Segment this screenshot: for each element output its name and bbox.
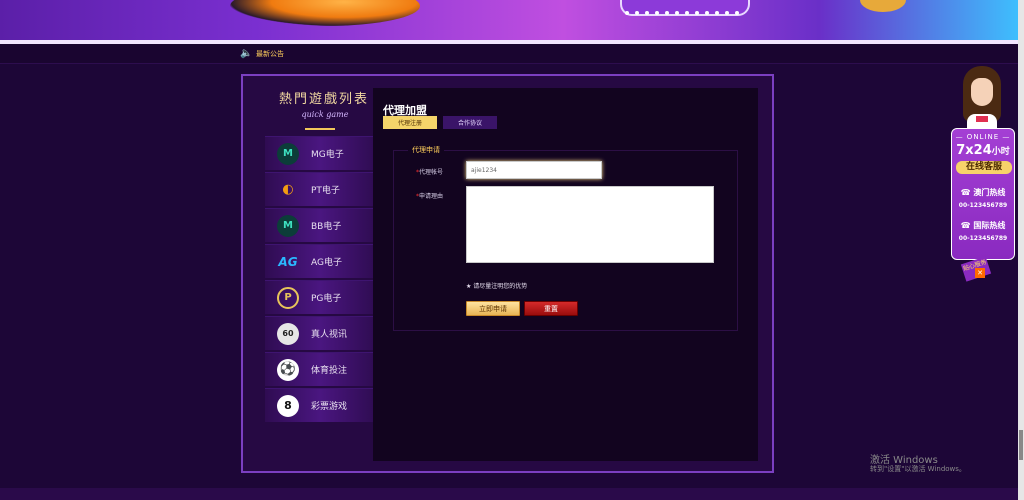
form-hint: ★ 请尽量注明您的优势 [466, 283, 528, 290]
sidebar-item-live[interactable]: 60 真人视讯 [265, 316, 375, 350]
customer-service-widget: — ONLINE — 7x24小时 在线客服 ☎ 澳门热线 00-1234567… [951, 64, 1015, 282]
bb-icon: M [277, 214, 299, 237]
submit-button[interactable]: 立即申请 [466, 301, 520, 316]
agent-avatar [963, 66, 1001, 130]
sidebar-item-pg[interactable]: P PG电子 [265, 280, 375, 314]
lottery-ball-icon: 8 [277, 394, 299, 417]
sidebar-item-label: PG电子 [311, 294, 342, 304]
sports-car-image [230, 0, 420, 26]
main-frame: 熱門遊戲列表 quick game M MG电子 ◐ PT电子 M BB电子 A… [241, 74, 774, 473]
sidebar-underline [305, 128, 335, 130]
sidebar-item-label: AG电子 [311, 258, 342, 268]
sidebar-title: 熱門遊戲列表 [278, 92, 369, 107]
notice-bar: 🔈 最新公告 [0, 44, 1024, 64]
footer-strip [0, 488, 1024, 500]
top-banner [0, 0, 1024, 44]
hours-value: 7x24 [956, 143, 992, 158]
pt-icon: ◐ [282, 182, 294, 197]
reason-textarea[interactable] [466, 186, 714, 263]
account-label-text: 代理帐号 [419, 169, 444, 176]
reset-button[interactable]: 重置 [524, 301, 578, 316]
mg-icon: M [277, 142, 299, 165]
poker-chip-icon: 60 [277, 322, 299, 345]
close-icon[interactable]: ✕ [975, 268, 985, 278]
sidebar-item-ag[interactable]: AG AG电子 [265, 244, 375, 278]
sidebar-item-bb[interactable]: M BB电子 [265, 208, 375, 242]
form-legend: 代理申请 [408, 145, 444, 155]
game-sidebar: 熱門遊戲列表 quick game M MG电子 ◐ PT电子 M BB电子 A… [265, 76, 375, 461]
notice-label[interactable]: 最新公告 [256, 49, 284, 59]
tab-agent-register[interactable]: 代理注册 [383, 116, 437, 129]
reason-label: *申请理由 [416, 191, 443, 200]
agent-application-form: 代理申请 *代理帐号 ajie1234 *申请理由 ★ 请尽量注明您的优势 立即… [393, 145, 738, 331]
account-label: *代理帐号 [416, 167, 443, 176]
sidebar-item-pt[interactable]: ◐ PT电子 [265, 172, 375, 206]
reason-label-text: 申请理由 [419, 193, 444, 200]
online-label: — ONLINE — [955, 133, 1011, 141]
soccer-ball-icon: ⚽ [277, 358, 299, 381]
pg-icon: P [277, 286, 299, 309]
online-service-button[interactable]: 在线客服 [956, 161, 1012, 174]
sidebar-subtitle: quick game [301, 110, 349, 119]
content-panel: 代理加盟 代理注册 合作协议 代理申请 *代理帐号 ajie1234 *申请理由… [373, 88, 758, 461]
customer-service-panel: — ONLINE — 7x24小时 在线客服 ☎ 澳门热线 00-1234567… [951, 128, 1015, 260]
sidebar-item-label: MG电子 [311, 150, 344, 160]
sidebar-item-lottery[interactable]: 8 彩票游戏 [265, 388, 375, 422]
hours-unit: 小时 [991, 147, 1010, 157]
sidebar-item-sports[interactable]: ⚽ 体育投注 [265, 352, 375, 386]
scrollbar[interactable] [1018, 0, 1024, 500]
sidebar-item-label: BB电子 [311, 222, 342, 232]
macau-hotline-title: ☎ 澳门热线 [960, 188, 1006, 197]
sidebar-item-label: PT电子 [311, 186, 340, 196]
ag-icon: AG [278, 254, 298, 269]
windows-activation-subtitle: 转到"设置"以激活 Windows。 [870, 465, 966, 473]
sidebar-item-label: 彩票游戏 [311, 402, 348, 412]
marquee-sign-image [620, 0, 750, 16]
tab-cooperation-agreement[interactable]: 合作协议 [443, 116, 497, 129]
macau-hotline-number[interactable]: 00-123456789 [952, 202, 1014, 209]
sidebar-item-mg[interactable]: M MG电子 [265, 136, 375, 170]
speaker-icon: 🔈 [240, 48, 253, 59]
account-input[interactable]: ajie1234 [466, 161, 602, 179]
hours-label: 7x24小时 [952, 143, 1014, 158]
intl-hotline-number[interactable]: 00-123456789 [952, 235, 1014, 242]
scrollbar-thumb[interactable] [1019, 430, 1023, 460]
gold-coin-image [860, 0, 906, 12]
intl-hotline-title: ☎ 国际热线 [960, 221, 1006, 230]
sidebar-item-label: 真人视讯 [311, 330, 348, 340]
sidebar-item-label: 体育投注 [311, 366, 348, 376]
